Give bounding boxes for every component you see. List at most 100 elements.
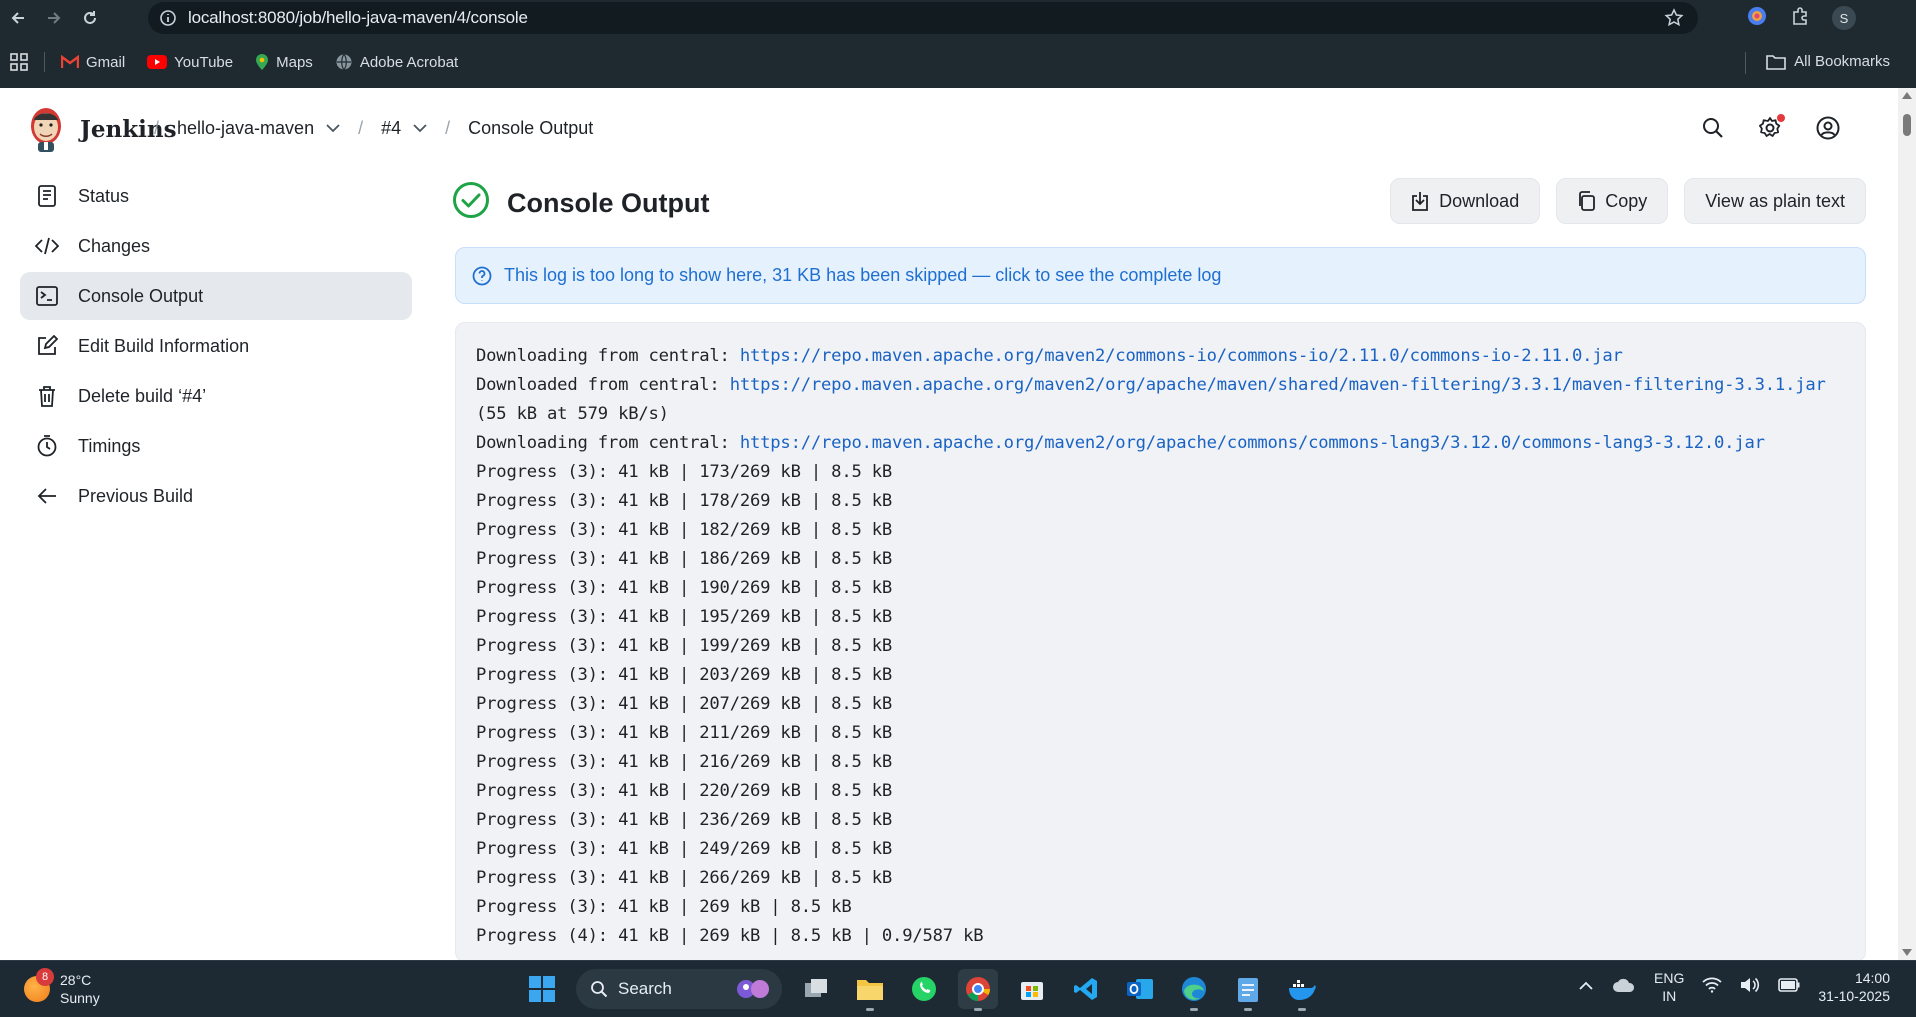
apps-grid-icon[interactable] <box>10 53 28 71</box>
sidebar-item-console-output[interactable]: Console Output <box>20 272 412 320</box>
address-bar[interactable]: localhost:8080/job/hello-java-maven/4/co… <box>148 2 1698 34</box>
weather-badge: 8 <box>36 968 54 986</box>
windows-start-icon[interactable] <box>522 969 562 1009</box>
bookmark-youtube[interactable]: YouTube <box>147 54 233 71</box>
chevron-up-icon[interactable] <box>1578 978 1594 996</box>
whatsapp-icon[interactable] <box>904 969 944 1009</box>
sidebar-item-label: Status <box>78 185 130 206</box>
download-label: Download <box>1439 190 1520 211</box>
volume-icon[interactable] <box>1740 977 1760 998</box>
sidebar-item-label: Previous Build <box>78 485 194 506</box>
vscode-icon[interactable] <box>1066 969 1106 1009</box>
docker-icon[interactable] <box>1282 969 1322 1011</box>
console-log-line: Progress (3): 41 kB | 220/269 kB | 8.5 k… <box>476 777 1865 806</box>
gmail-icon <box>61 55 79 68</box>
bookmark-label: YouTube <box>174 53 234 71</box>
bookmark-gmail[interactable]: Gmail <box>61 54 125 71</box>
bookmark-adobe-acrobat[interactable]: Adobe Acrobat <box>335 53 458 71</box>
console-log-text: Progress (3): 41 kB | 203/269 kB | 8.5 k… <box>476 665 893 685</box>
view-plain-text-button[interactable]: View as plain text <box>1684 178 1866 224</box>
chevron-down-icon[interactable] <box>326 124 340 133</box>
sidebar-item-delete-build[interactable]: Delete build ‘#4’ <box>20 372 412 420</box>
taskbar-search[interactable]: Search <box>576 969 782 1009</box>
clock[interactable]: 14:00 31-10-2025 <box>1818 969 1890 1005</box>
sidebar-item-changes[interactable]: Changes <box>20 222 412 270</box>
microsoft-store-icon[interactable] <box>1012 969 1052 1009</box>
running-indicator <box>1298 1008 1306 1011</box>
chrome-icon[interactable] <box>958 969 998 1011</box>
sidebar-item-status[interactable]: Status <box>20 172 412 220</box>
search-icon[interactable] <box>1702 117 1724 144</box>
onedrive-cloud-icon[interactable] <box>1612 977 1636 998</box>
console-log-text: Downloading from central: <box>476 346 740 366</box>
language-indicator[interactable]: ENG IN <box>1654 969 1684 1005</box>
bookmark-star-icon[interactable] <box>1664 8 1684 33</box>
outlook-icon[interactable] <box>1120 969 1160 1009</box>
console-log-text: Progress (3): 41 kB | 199/269 kB | 8.5 k… <box>476 636 893 656</box>
console-log-text: Progress (3): 41 kB | 195/269 kB | 8.5 k… <box>476 607 893 627</box>
page-scrollbar[interactable] <box>1898 88 1916 960</box>
scroll-down-arrow-icon[interactable] <box>1902 949 1912 956</box>
back-icon[interactable] <box>0 0 36 36</box>
trash-icon <box>34 383 60 409</box>
site-info-icon[interactable] <box>148 9 188 27</box>
battery-icon[interactable] <box>1778 977 1800 997</box>
console-log-text: Progress (3): 41 kB | 236/269 kB | 8.5 k… <box>476 810 893 830</box>
console-log-link[interactable]: https://repo.maven.apache.org/maven2/org… <box>730 375 1826 395</box>
bookmarks-divider <box>44 52 45 72</box>
edge-icon[interactable] <box>1174 969 1214 1011</box>
user-account-icon[interactable] <box>1816 116 1840 145</box>
app-name[interactable]: Jenkins <box>80 116 177 143</box>
windows-taskbar: 8 28°C Sunny Search ENG IN 14:00 31-10-2… <box>0 960 1916 1017</box>
chrome-extension-icon[interactable] <box>1746 5 1768 32</box>
bookmark-maps[interactable]: Maps <box>255 53 313 71</box>
gear-icon[interactable] <box>1758 114 1785 145</box>
console-log-text: Progress (3): 41 kB | 216/269 kB | 8.5 k… <box>476 752 893 772</box>
notification-badge <box>1777 114 1785 122</box>
console-log-link[interactable]: https://repo.maven.apache.org/maven2/org… <box>740 433 1765 453</box>
log-truncated-notice[interactable]: This log is too long to show here, 31 KB… <box>455 247 1866 304</box>
url-text[interactable]: localhost:8080/job/hello-java-maven/4/co… <box>188 8 528 28</box>
breadcrumb-separator: / <box>358 118 364 138</box>
task-view-icon[interactable] <box>796 969 836 1009</box>
copy-button[interactable]: Copy <box>1556 178 1669 224</box>
globe-icon <box>336 54 352 70</box>
running-indicator <box>974 1008 982 1011</box>
running-indicator <box>1190 1008 1198 1011</box>
temperature: 28°C <box>60 972 92 988</box>
forward-icon[interactable] <box>36 0 72 36</box>
all-bookmarks-button[interactable]: All Bookmarks <box>1766 53 1890 70</box>
console-log-link[interactable]: https://repo.maven.apache.org/maven2/com… <box>740 346 1623 366</box>
weather-widget[interactable]: 8 28°C Sunny <box>24 968 100 1007</box>
file-explorer-icon[interactable] <box>850 969 890 1011</box>
profile-avatar[interactable]: S <box>1832 6 1856 30</box>
scroll-up-arrow-icon[interactable] <box>1902 92 1912 99</box>
extensions-puzzle-icon[interactable] <box>1790 6 1810 31</box>
notice-text[interactable]: This log is too long to show here, 31 KB… <box>504 265 1221 286</box>
browser-toolbar: localhost:8080/job/hello-java-maven/4/co… <box>0 0 1916 36</box>
notepad-icon[interactable] <box>1228 969 1268 1011</box>
sidebar-item-edit-build-information[interactable]: Edit Build Information <box>20 322 412 370</box>
console-log-line: Progress (4): 41 kB | 269 kB | 8.5 kB | … <box>476 922 1865 951</box>
running-indicator <box>1244 1008 1252 1011</box>
stopwatch-icon <box>34 433 60 459</box>
chevron-down-icon[interactable] <box>413 124 427 133</box>
language-code: ENG <box>1654 970 1685 986</box>
wifi-icon[interactable] <box>1702 977 1722 998</box>
jenkins-header: Jenkins / hello-java-maven / #4 / Consol… <box>0 88 1898 172</box>
sidebar-item-timings[interactable]: Timings <box>20 422 412 470</box>
reload-icon[interactable] <box>72 0 108 36</box>
console-log-line: Progress (3): 41 kB | 199/269 kB | 8.5 k… <box>476 632 1865 661</box>
breadcrumb-current: Console Output <box>468 118 594 138</box>
sidebar-item-previous-build[interactable]: Previous Build <box>20 472 412 520</box>
breadcrumb-job[interactable]: hello-java-maven <box>177 118 314 139</box>
scrollbar-thumb[interactable] <box>1903 114 1911 136</box>
jenkins-logo-icon[interactable] <box>26 104 66 154</box>
download-button[interactable]: Download <box>1390 178 1541 224</box>
breadcrumb-build[interactable]: #4 <box>381 118 401 139</box>
running-indicator <box>866 1008 874 1011</box>
console-log-text: Progress (3): 41 kB | 266/269 kB | 8.5 k… <box>476 868 893 888</box>
breadcrumb: / hello-java-maven / #4 / Console Output <box>154 118 594 139</box>
copy-label: Copy <box>1605 190 1648 211</box>
console-log-text: Progress (3): 41 kB | 190/269 kB | 8.5 k… <box>476 578 893 598</box>
